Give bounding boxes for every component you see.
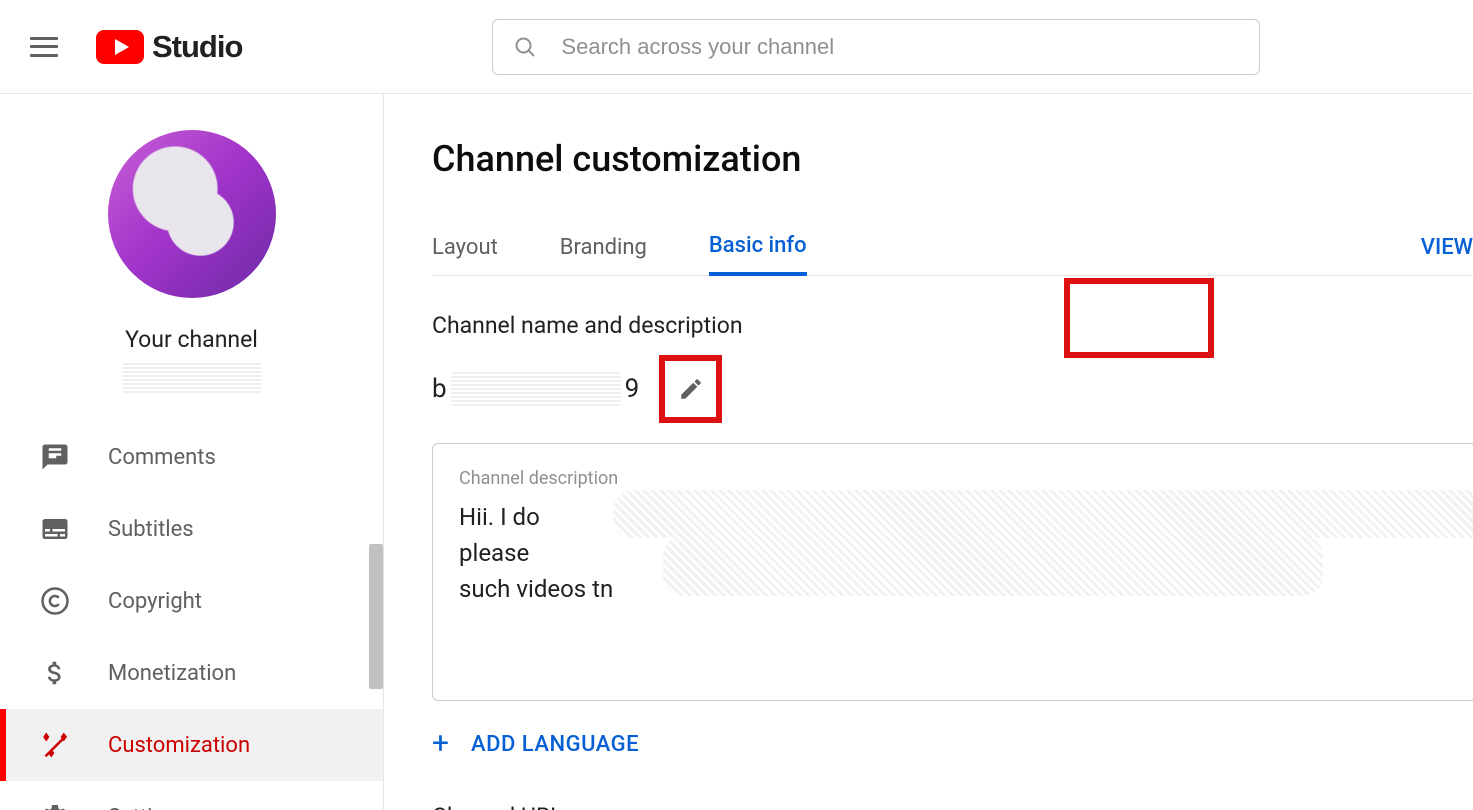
sidebar-item-comments[interactable]: Comments [0,421,383,493]
desc-line2-prefix: such videos tn [459,575,613,603]
magic-wand-icon [40,730,70,760]
tab-layout[interactable]: Layout [432,220,498,276]
sidebar-nav: Comments Subtitles Copyright Monetizatio… [0,421,383,810]
channel-name-redacted [451,372,621,406]
desc-line1-prefix: Hii. I do [459,503,540,531]
customization-tabs: Layout Branding Basic info VIEW [432,220,1473,276]
channel-name-redacted [122,363,262,393]
channel-info: Your channel [0,94,383,393]
tab-branding[interactable]: Branding [560,220,647,276]
section-title: Channel name and description [432,312,1473,339]
sidebar: Your channel Comments Subtitles Copyrigh… [0,94,384,810]
sidebar-item-label: Customization [108,733,250,758]
page-title: Channel customization [432,138,1473,180]
sidebar-item-customization[interactable]: Customization [0,709,383,781]
sidebar-item-label: Copyright [108,589,202,614]
sidebar-item-subtitles[interactable]: Subtitles [0,493,383,565]
channel-name-prefix: b [432,374,447,404]
add-language-button[interactable]: + ADD LANGUAGE [432,729,1473,759]
logo-text: Studio [152,29,242,65]
comment-icon [40,442,70,472]
app-header: Studio [0,0,1473,94]
description-label: Channel description [459,468,1473,489]
sidebar-item-label: Subtitles [108,517,194,542]
sidebar-item-label: Monetization [108,661,236,686]
search-icon [513,35,537,59]
search-box[interactable] [492,19,1260,75]
main-content: Channel customization Layout Branding Ba… [384,94,1473,810]
hamburger-menu-button[interactable] [20,23,68,71]
add-language-label: ADD LANGUAGE [471,732,639,757]
section-name-description: Channel name and description b 9 Channel… [432,312,1473,810]
gear-icon [40,802,70,810]
sidebar-item-settings[interactable]: Settings [0,781,383,810]
view-channel-button[interactable]: VIEW [1421,235,1473,260]
subtitles-icon [40,514,70,544]
sidebar-item-label: Settings [108,805,188,810]
plus-icon: + [432,729,449,759]
pencil-icon[interactable] [678,376,704,402]
channel-description-box[interactable]: Channel description Hii. I do videos the… [432,443,1473,701]
studio-logo[interactable]: Studio [96,29,242,65]
tab-basic-info[interactable]: Basic info [709,220,807,276]
hamburger-icon [30,37,58,57]
youtube-play-icon [96,30,144,64]
copyright-icon [40,586,70,616]
search-input[interactable] [561,34,1239,60]
channel-url-title: Channel URL [432,803,1473,810]
annotation-highlight-edit [659,355,722,423]
channel-avatar[interactable] [108,130,276,298]
sidebar-item-label: Comments [108,445,216,470]
channel-label: Your channel [0,326,383,353]
description-redacted-line1 [613,490,1473,538]
channel-name-suffix: 9 [625,374,640,404]
sidebar-item-monetization[interactable]: Monetization [0,637,383,709]
description-redacted-line2 [663,536,1323,596]
channel-name-row: b 9 [432,355,1473,423]
sidebar-scrollbar-thumb[interactable] [369,544,383,689]
sidebar-item-copyright[interactable]: Copyright [0,565,383,637]
dollar-icon [40,658,70,688]
